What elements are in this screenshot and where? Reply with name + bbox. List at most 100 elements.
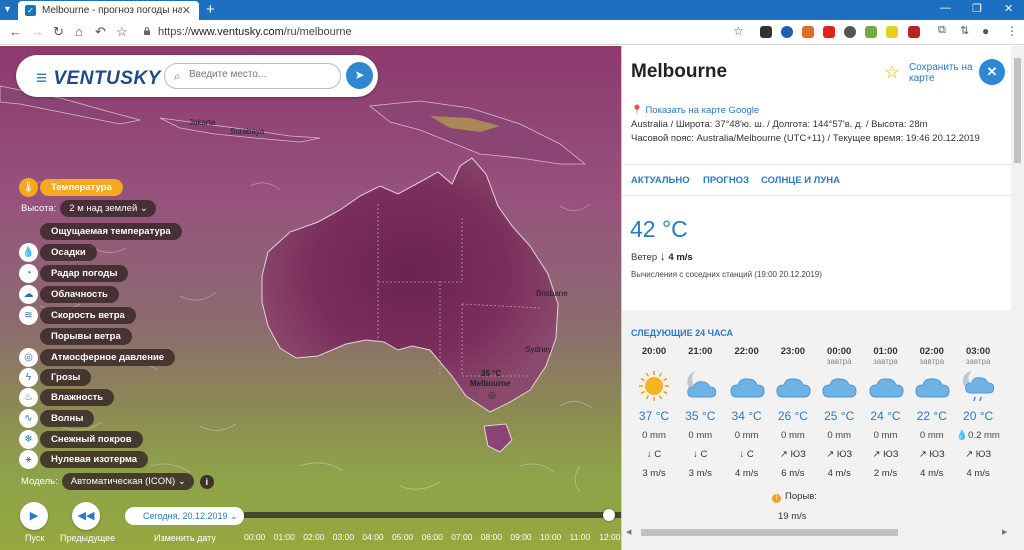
tab-close-icon[interactable]: ✕ (182, 4, 191, 17)
layer-precipitation[interactable]: 💧 Осадки (19, 242, 97, 262)
home-icon[interactable]: ⌂ (75, 24, 83, 39)
location-marker-icon[interactable]: ◎ (488, 390, 496, 401)
undo-icon[interactable]: ↶ (95, 24, 106, 40)
layer-waves[interactable]: ∿ Волны (19, 408, 95, 428)
back-icon[interactable]: ← (9, 24, 22, 39)
layer-snow-cover[interactable]: ❄ Снежный покров (19, 429, 143, 449)
tab-current[interactable]: АКТУАЛЬНО (631, 175, 690, 186)
layer-zero-isotherm[interactable]: ⚹ Нулевая изотерма (19, 449, 149, 469)
locate-me-button[interactable]: ➤ (346, 62, 373, 89)
minimize-icon[interactable]: — (940, 2, 951, 14)
scrollbar-thumb[interactable] (641, 529, 898, 536)
tab-sun-moon[interactable]: СОЛНЦЕ И ЛУНА (761, 175, 840, 186)
timeline-tick[interactable]: 06:00 (422, 532, 443, 542)
search-input[interactable] (189, 69, 334, 80)
layer-pressure[interactable]: ◎ Атмосферное давление (19, 347, 176, 367)
hour-wind-direction: ↗ ЮЗ (965, 449, 992, 460)
browser-titlebar: ▼ ✓ Melbourne - прогноз погоды на... ✕ +… (0, 0, 1024, 20)
timeline-tick[interactable]: 12:00 (599, 532, 620, 542)
timeline-ticks: 00:00 01:00 02:00 03:00 04:00 05:00 06:00 07:00… (244, 532, 621, 544)
star-page-icon[interactable]: ☆ (733, 24, 744, 38)
vertical-scrollbar[interactable] (1011, 46, 1024, 550)
humidity-icon: ♨ (19, 387, 38, 407)
timeline-tick[interactable]: 10:00 (540, 532, 561, 542)
extension-search-icon[interactable] (865, 26, 877, 38)
restore-icon[interactable]: ❐ (972, 2, 982, 15)
forward-icon[interactable]: → (31, 24, 44, 39)
layer-clouds[interactable]: ☁ Облачность (19, 284, 119, 304)
search-box[interactable]: ⌕ (164, 63, 341, 89)
close-panel-button[interactable]: ✕ (979, 59, 1005, 85)
timeline-handle[interactable] (603, 509, 615, 521)
layer-wind-gusts[interactable]: Порывы ветра (40, 327, 132, 345)
sync-icon[interactable]: ⇅ (960, 24, 969, 37)
hour-day-note: завтра (965, 357, 991, 366)
crop-icon[interactable]: ⧉ (938, 24, 946, 37)
hour-column: 22:00 34 °C 0 mm ↓ С 4 m/s (724, 346, 770, 480)
layer-wind-speed[interactable]: ≋ Скорость ветра (19, 305, 136, 325)
model-dropdown[interactable]: Автоматическая (ICON) ⌄ (61, 473, 194, 490)
extension-puzzle-icon[interactable] (802, 26, 814, 38)
layer-label: Порывы ветра (40, 327, 132, 345)
layer-feels-like[interactable]: Ощущаемая температура (40, 222, 182, 240)
timeline-tick[interactable]: 11:00 (570, 532, 591, 542)
timeline-tick[interactable]: 08:00 (481, 532, 502, 542)
timeline-tick[interactable]: 03:00 (333, 532, 354, 542)
hour-time: 02:00 (919, 346, 944, 357)
city-label-melbourne[interactable]: Melbourne (470, 379, 510, 388)
scrollbar-thumb[interactable] (1014, 58, 1021, 163)
profile-icon[interactable]: ● (982, 24, 989, 38)
scroll-left-icon[interactable]: ◀ (626, 528, 631, 536)
extension-globe-icon[interactable] (781, 26, 793, 38)
star-icon[interactable]: ☆ (884, 62, 900, 83)
scroll-right-icon[interactable]: ▶ (1002, 528, 1007, 536)
timeline-tick[interactable]: 09:00 (510, 532, 531, 542)
google-map-link[interactable]: 📍 Показать на карте Google (631, 105, 759, 116)
extension-eye-icon[interactable] (844, 26, 856, 38)
timeline-tick[interactable]: 02:00 (303, 532, 324, 542)
layer-temperature[interactable]: 🌡 Температура (19, 177, 123, 197)
timeline-tick[interactable]: 01:00 (274, 532, 295, 542)
city-label-brisbane[interactable]: Brisbane (536, 289, 568, 298)
extension-note-icon[interactable] (886, 26, 898, 38)
hour-column: 01:00 завтра 24 °C 0 mm ↗ ЮЗ 2 m/s (863, 346, 909, 480)
hour-wind-speed: 4 m/s (966, 468, 990, 479)
layer-storms[interactable]: ϟ Грозы (19, 367, 92, 387)
timeline-track[interactable] (244, 512, 621, 518)
date-picker-button[interactable]: Сегодня, 20.12.2019 ⌄ (125, 507, 244, 525)
city-label-sydney[interactable]: Sydney (525, 345, 552, 354)
layer-radar[interactable]: ◔ Радар погоды (19, 263, 129, 283)
timeline-tick[interactable]: 05:00 (392, 532, 413, 542)
browser-menu-icon[interactable]: ⋮ (1006, 24, 1018, 38)
hour-temperature: 22 °C (916, 409, 947, 423)
timeline-tick[interactable]: 04:00 (362, 532, 383, 542)
address-bar[interactable]: https://www.ventusky.com/ru/melbourne (158, 26, 352, 38)
extension-shield-icon[interactable] (908, 26, 920, 38)
timeline-tick[interactable]: 07:00 (451, 532, 472, 542)
previous-button[interactable]: ◀◀ (72, 502, 100, 530)
layer-humidity[interactable]: ♨ Влажность (19, 387, 115, 407)
horizontal-scrollbar[interactable]: ◀ ▶ (622, 526, 1011, 539)
window-close-icon[interactable]: ✕ (1004, 2, 1013, 15)
location-panel: Melbourne ☆ Сохранить на карте ✕ 📍 Показ… (621, 46, 1011, 550)
extension-pocket-icon[interactable] (823, 26, 835, 38)
browser-tab[interactable]: ✓ Melbourne - прогноз погоды на... ✕ (18, 1, 199, 20)
layer-label: Атмосферное давление (40, 348, 176, 366)
ventusky-logo[interactable]: ≡ VENTUSKY (36, 68, 161, 90)
new-tab-icon[interactable]: + (206, 1, 215, 18)
weather-map[interactable]: Jakarta Surabaya Brisbane Sydney 35 °C M… (0, 46, 621, 550)
tab-menu-icon[interactable]: ▼ (3, 4, 12, 14)
play-button[interactable]: ▶ (20, 502, 48, 530)
reload-icon[interactable]: ↻ (53, 24, 64, 40)
timeline-tick[interactable]: 00:00 (244, 532, 265, 542)
save-on-map-link[interactable]: Сохранить на карте (909, 62, 979, 84)
altitude-selector: Высота: 2 м над землей ⌄ (21, 200, 156, 217)
city-label-jakarta[interactable]: Jakarta (189, 118, 215, 127)
gust-value: 19 m/s (778, 511, 807, 522)
bookmark-star-icon[interactable]: ☆ (116, 24, 128, 40)
city-label-surabaya[interactable]: Surabaya (230, 127, 264, 136)
tab-forecast[interactable]: ПРОГНОЗ (703, 175, 749, 186)
info-icon[interactable]: i (199, 474, 214, 489)
extension-bookmark-icon[interactable] (760, 26, 772, 38)
altitude-dropdown[interactable]: 2 м над землей ⌄ (60, 200, 156, 217)
